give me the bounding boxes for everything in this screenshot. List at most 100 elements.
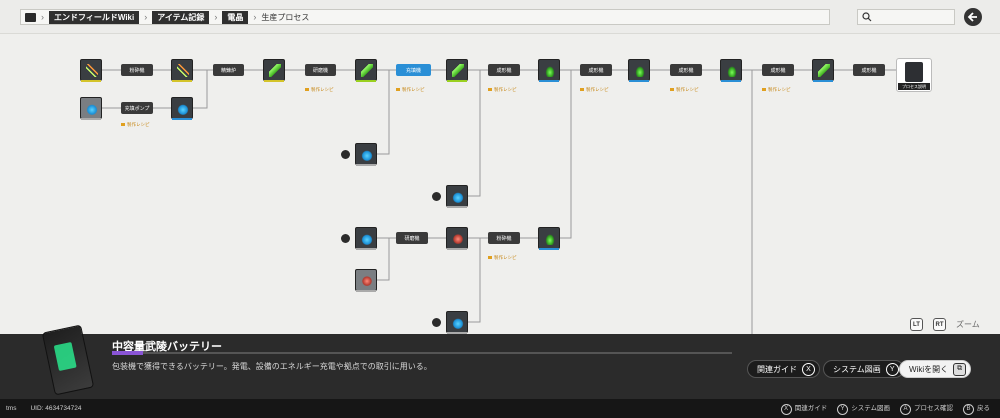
item-icon [452,64,464,77]
battery-icon [905,62,923,82]
footer-action-confirm[interactable]: A プロセス確認 [900,402,953,415]
recipe-tag: 製作レシピ [670,87,699,93]
related-guide-button[interactable]: 関連ガイド X [747,360,820,378]
item-node[interactable] [171,97,193,120]
final-product-node[interactable]: プロセス説明 [896,58,932,92]
x-key-icon: X [802,362,815,376]
related-guide-label: 関連ガイド [757,364,797,374]
recipe-tag: 製作レシピ [305,87,334,93]
footer-action-system[interactable]: Y システム図画 [837,402,890,415]
search-input[interactable] [857,9,955,25]
item-node[interactable] [171,59,193,82]
uid: UID: 4634734724 [30,405,82,412]
y-key-icon: Y [885,362,899,376]
item-icon [177,102,189,115]
item-icon [818,64,830,77]
lt-button[interactable]: LT [910,318,923,331]
connector-lines [102,69,896,334]
zoom-controls: LT RT ズーム [910,318,980,331]
item-node[interactable] [628,59,650,82]
item-node[interactable] [812,59,834,82]
production-graph[interactable]: 粉砕機 充填ポンプ 精錬炉 研磨機 充填機 成形機 成形機 成形機 成形機 成形… [0,34,1000,334]
item-node[interactable] [80,97,102,120]
recipe-tag: 製作レシピ [762,87,791,93]
item-node[interactable] [446,59,468,82]
recipe-tag: 製作レシピ [121,122,150,128]
item-icon [452,190,464,203]
source-marker-icon [432,318,441,327]
process-box[interactable]: 成形機 [853,64,885,76]
process-box[interactable]: 粉砕機 [121,64,153,76]
open-wiki-label: Wikiを開く [909,364,949,374]
recipe-tag: 製作レシピ [488,255,517,261]
breadcrumb-item-wiki[interactable]: エンドフィールドWiki [49,10,140,24]
item-node[interactable] [355,59,377,82]
process-box[interactable]: 研磨機 [396,232,428,244]
item-node[interactable] [720,59,742,82]
item-icon [361,274,373,287]
system-diagram-label: システム図画 [833,364,881,374]
process-box[interactable]: 成形機 [580,64,612,76]
a-key-icon: A [900,403,911,415]
chevron-right-icon: › [253,12,257,22]
footer-action-guide[interactable]: X 関連ガイド [780,402,827,415]
recipe-tag: 製作レシピ [580,87,609,93]
chevron-right-icon: › [41,12,44,22]
item-node[interactable] [446,311,468,334]
footer-action-back[interactable]: B 戻る [963,402,990,415]
x-key-icon: X [780,403,792,415]
process-box[interactable]: 成形機 [670,64,702,76]
rt-button[interactable]: RT [933,318,946,331]
system-diagram-button[interactable]: システム図画 Y [823,360,904,378]
recipe-tag: 製作レシピ [488,87,517,93]
breadcrumb-item-records[interactable]: アイテム記録 [152,10,210,24]
top-bar: › エンドフィールドWiki › アイテム記録 › 電晶 › 生産プロセス [0,0,1000,34]
process-box[interactable]: 成形機 [488,64,520,76]
item-node[interactable] [538,227,560,250]
folder-icon[interactable] [25,12,36,22]
search-icon [862,12,872,22]
item-description: 包装機で獲得できるバッテリー。発電、設備のエネルギー充電や拠点での取引に用いる。 [112,362,432,371]
item-icon [361,148,373,161]
zoom-label: ズーム [956,320,980,329]
item-icon [544,64,556,77]
item-node[interactable] [80,59,102,82]
item-node[interactable] [263,59,285,82]
process-box[interactable]: 精錬炉 [213,64,244,76]
chevron-right-icon: › [214,12,218,22]
source-marker-icon [432,192,441,201]
item-icon [361,232,373,245]
external-link-icon: ⧉ [953,362,967,376]
username: tms [6,405,17,412]
open-wiki-button[interactable]: Wikiを開く ⧉ [899,360,972,378]
item-icon [361,64,373,77]
process-box[interactable]: 充填機 [396,64,431,76]
item-node[interactable] [355,227,377,250]
item-node[interactable] [538,59,560,82]
progress-fill [112,351,143,355]
process-box[interactable]: 充填ポンプ [121,102,153,114]
item-icon [452,316,464,329]
y-key-icon: Y [837,403,849,415]
item-icon [269,64,281,77]
item-icon [452,232,464,245]
arrow-left-icon [967,12,977,22]
source-marker-icon [341,150,350,159]
process-box[interactable]: 研磨機 [305,64,336,76]
item-icon [544,232,556,245]
item-node[interactable] [446,227,468,250]
item-icon [86,64,98,77]
item-icon [86,102,98,115]
item-node[interactable] [446,185,468,208]
breadcrumb-item-category[interactable]: 電晶 [222,10,249,24]
process-box[interactable]: 粉砕機 [488,232,520,244]
item-node[interactable] [355,269,377,292]
progress-bar [112,351,732,355]
final-product-label: プロセス説明 [898,83,930,90]
breadcrumb-current: 生産プロセス [261,12,310,22]
back-button[interactable] [964,8,982,26]
breadcrumb: › エンドフィールドWiki › アイテム記録 › 電晶 › 生産プロセス [20,9,830,25]
b-key-icon: B [963,403,974,415]
item-node[interactable] [355,143,377,166]
process-box[interactable]: 成形機 [762,64,794,76]
